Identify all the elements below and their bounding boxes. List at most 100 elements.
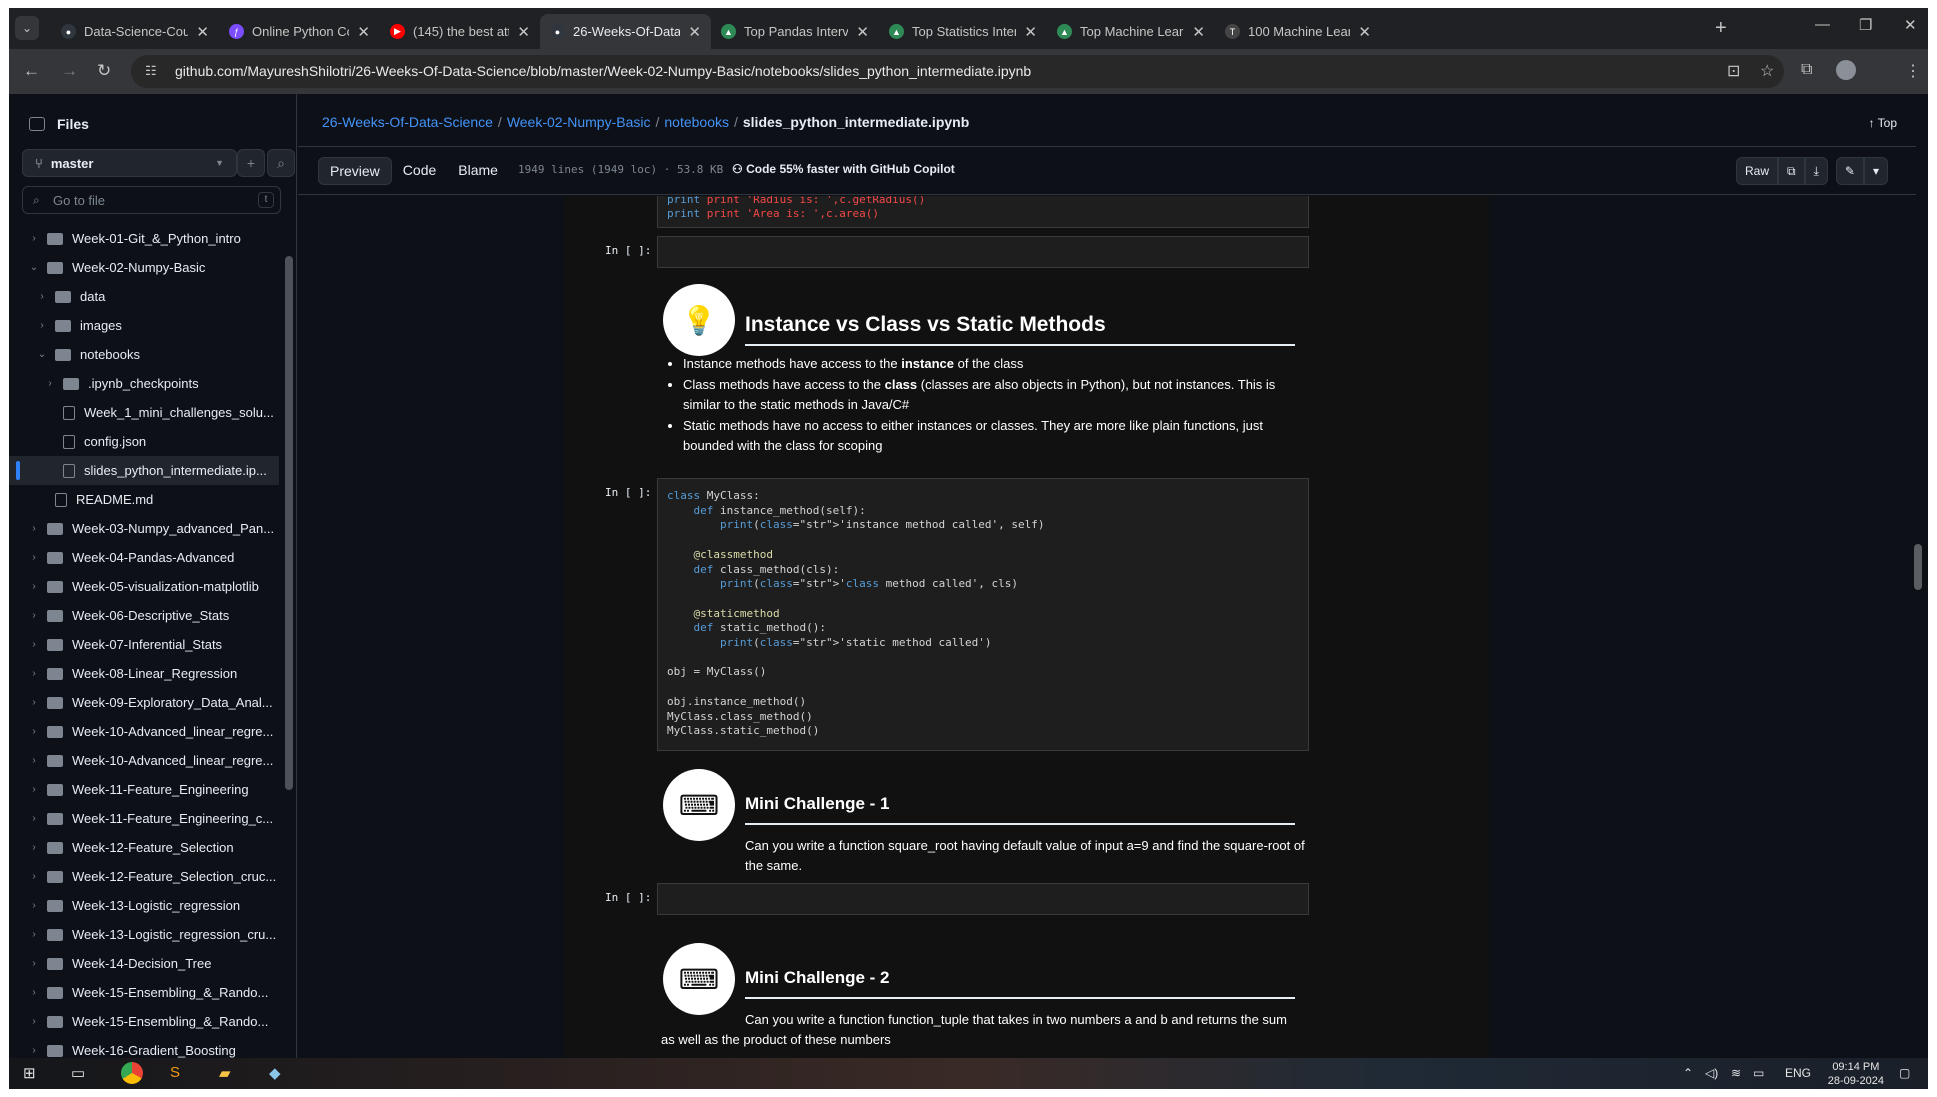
edit-pencil-icon[interactable]: ✎ — [1835, 157, 1864, 185]
tab-search-icon[interactable]: ⌄ — [15, 16, 39, 40]
tree-folder[interactable]: › Week-15-Ensembling_&_Rando... — [9, 978, 279, 1007]
breadcrumb-repo-link[interactable]: 26-Weeks-Of-Data-Science — [322, 114, 493, 130]
restore-icon[interactable]: ❐ — [1859, 16, 1872, 34]
notepad-icon[interactable]: ◆ — [269, 1064, 281, 1082]
tree-folder[interactable]: › Week-04-Pandas-Advanced — [9, 543, 279, 572]
windows-start-icon[interactable]: ⊞ — [23, 1064, 36, 1082]
site-info-icon[interactable]: ☷ — [145, 63, 157, 79]
tab-1[interactable]: ● Data-Science-Course/REA ✕ — [51, 14, 219, 49]
close-tab-icon[interactable]: ✕ — [1192, 23, 1205, 41]
tree-folder[interactable]: › Week-10-Advanced_linear_regre... — [9, 717, 279, 746]
empty-code-cell[interactable] — [657, 236, 1309, 268]
download-icon[interactable]: ⤓ — [1804, 157, 1828, 185]
concept-alert-badge: 💡 — [663, 284, 735, 356]
chevron-down-icon[interactable]: ▾ — [1863, 157, 1888, 185]
breadcrumb-dir-link[interactable]: Week-02-Numpy-Basic — [507, 114, 651, 130]
tree-folder[interactable]: › Week-07-Inferential_Stats — [9, 630, 279, 659]
close-window-icon[interactable]: ✕ — [1904, 16, 1917, 34]
language-indicator[interactable]: ENG — [1785, 1066, 1811, 1080]
minimize-icon[interactable]: — — [1815, 16, 1830, 33]
tree-folder[interactable]: › Week-05-visualization-matplotlib — [9, 572, 279, 601]
chrome-icon[interactable] — [121, 1062, 143, 1084]
close-tab-icon[interactable]: ✕ — [1358, 23, 1371, 41]
browser-menu-icon[interactable]: ⋮ — [1905, 61, 1921, 81]
close-tab-icon[interactable]: ✕ — [1024, 23, 1037, 41]
tab-5[interactable]: ▲ Top Pandas Interview Que ✕ — [711, 14, 879, 49]
tree-folder[interactable]: › Week-09-Exploratory_Data_Anal... — [9, 688, 279, 717]
tree-folder[interactable]: › Week-03-Numpy_advanced_Pan... — [9, 514, 279, 543]
sidebar-scrollbar[interactable] — [283, 238, 295, 1054]
close-tab-icon[interactable]: ✕ — [517, 23, 530, 41]
tray-expand-icon[interactable]: ⌃ — [1683, 1066, 1693, 1080]
go-to-file-input[interactable]: ⌕ Go to file t — [22, 186, 281, 214]
tree-folder[interactable]: › Week-01-Git_&_Python_intro — [9, 224, 279, 253]
breadcrumb-notebooks-link[interactable]: notebooks — [664, 114, 729, 130]
tab-6[interactable]: ▲ Top Statistics Interview Q ✕ — [879, 14, 1047, 49]
view-tab-code[interactable]: Code — [392, 157, 447, 185]
file-explorer-icon[interactable]: ▰ — [219, 1064, 231, 1082]
tab-8[interactable]: T 100 Machine Learning Int ✕ — [1215, 14, 1381, 49]
collapse-panel-icon[interactable] — [29, 117, 45, 131]
tree-folder[interactable]: › Week-13-Logistic_regression — [9, 891, 279, 920]
tab-3[interactable]: ▶ (145) the best attack on t ✕ — [380, 14, 540, 49]
tree-folder[interactable]: › Week-13-Logistic_regression_cru... — [9, 920, 279, 949]
task-view-icon[interactable]: ▭ — [71, 1064, 85, 1082]
tree-folder[interactable]: ⌄ Week-02-Numpy-Basic — [9, 253, 279, 282]
tree-folder[interactable]: › .ipynb_checkpoints — [9, 369, 279, 398]
tree-folder[interactable]: ⌄ notebooks — [9, 340, 279, 369]
tree-folder[interactable]: › Week-16-Gradient_Boosting — [9, 1036, 279, 1058]
view-tab-preview[interactable]: Preview — [318, 157, 392, 185]
tree-file[interactable]: Week_1_mini_challenges_solu... — [9, 398, 279, 427]
tree-folder[interactable]: › Week-12-Feature_Selection — [9, 833, 279, 862]
page-scroll-thumb[interactable] — [1914, 544, 1922, 590]
page-scrollbar[interactable] — [1911, 94, 1925, 1058]
install-app-icon[interactable]: ⊡ — [1727, 61, 1740, 81]
profile-avatar[interactable] — [1836, 60, 1856, 80]
bookmark-star-icon[interactable]: ☆ — [1760, 61, 1774, 81]
tab-7[interactable]: ▲ Top Machine Learning Int ✕ — [1047, 14, 1215, 49]
top-link[interactable]: ↑ Top — [1869, 116, 1897, 130]
sublime-icon[interactable]: S — [170, 1064, 180, 1081]
clock[interactable]: 09:14 PM 28-09-2024 — [1828, 1060, 1884, 1088]
close-tab-icon[interactable]: ✕ — [688, 23, 701, 41]
copilot-promo[interactable]: ⚇ Code 55% faster with GitHub Copilot — [732, 162, 955, 176]
extensions-icon[interactable]: ⧉ — [1801, 61, 1812, 79]
copy-icon[interactable]: ⧉ — [1778, 157, 1805, 185]
address-bar[interactable]: ☷ github.com/MayureshShilotri/26-Weeks-O… — [131, 55, 1784, 88]
tab-2[interactable]: ƒ Online Python Compiler (✕ — [219, 14, 380, 49]
close-tab-icon[interactable]: ✕ — [357, 23, 370, 41]
reload-icon[interactable]: ↻ — [97, 61, 111, 81]
code-cell-partial[interactable]: print print 'Radius is: ',c.getRadius() … — [657, 196, 1309, 228]
code-cell[interactable]: class MyClass: def instance_method(self)… — [657, 478, 1309, 751]
branch-selector[interactable]: ⑂ master ▼ — [22, 149, 237, 177]
tree-folder[interactable]: › data — [9, 282, 279, 311]
tree-folder[interactable]: › Week-11-Feature_Engineering — [9, 775, 279, 804]
tree-file[interactable]: README.md — [9, 485, 279, 514]
tree-folder[interactable]: › Week-12-Feature_Selection_cruc... — [9, 862, 279, 891]
tab-4[interactable]: ● 26-Weeks-Of-Data-Scienc ✕ — [540, 14, 711, 49]
tree-folder[interactable]: › Week-15-Ensembling_&_Rando... — [9, 1007, 279, 1036]
raw-button[interactable]: Raw — [1736, 157, 1779, 185]
empty-code-cell[interactable] — [657, 883, 1309, 915]
tree-folder[interactable]: › Week-10-Advanced_linear_regre... — [9, 746, 279, 775]
tree-folder[interactable]: › Week-08-Linear_Regression — [9, 659, 279, 688]
view-tab-blame[interactable]: Blame — [447, 157, 509, 185]
tree-file[interactable]: config.json — [9, 427, 279, 456]
forward-icon[interactable]: → — [61, 61, 78, 81]
volume-icon[interactable]: ◁) — [1705, 1066, 1718, 1080]
tree-folder[interactable]: › Week-06-Descriptive_Stats — [9, 601, 279, 630]
tree-file[interactable]: slides_python_intermediate.ip... — [9, 456, 279, 485]
battery-icon[interactable]: ▭ — [1753, 1066, 1764, 1080]
close-tab-icon[interactable]: ✕ — [196, 23, 209, 41]
close-tab-icon[interactable]: ✕ — [856, 23, 869, 41]
wifi-icon[interactable]: ≋ — [1731, 1066, 1741, 1080]
sidebar-scroll-thumb[interactable] — [285, 256, 293, 790]
new-tab-button[interactable]: + — [1715, 17, 1727, 40]
notifications-icon[interactable]: ▢ — [1899, 1066, 1910, 1080]
search-button[interactable]: ⌕ — [267, 149, 295, 177]
tree-folder[interactable]: › Week-11-Feature_Engineering_c... — [9, 804, 279, 833]
tree-folder[interactable]: › Week-14-Decision_Tree — [9, 949, 279, 978]
tree-folder[interactable]: › images — [9, 311, 279, 340]
add-file-button[interactable]: + — [237, 149, 265, 177]
back-icon[interactable]: ← — [23, 61, 40, 81]
